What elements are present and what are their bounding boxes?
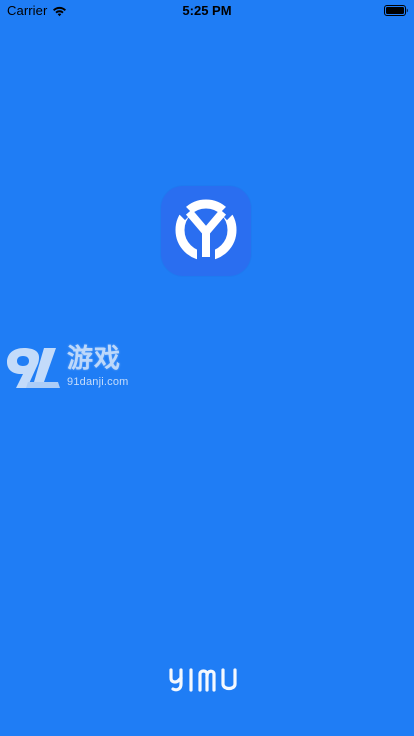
app-icon — [161, 186, 251, 276]
watermark-91-logo-icon — [7, 348, 60, 388]
watermark-domain: 91danji.com — [67, 376, 129, 388]
yimu-logo-icon — [175, 199, 237, 262]
battery-icon — [384, 5, 408, 16]
status-time: 5:25 PM — [182, 3, 232, 18]
watermark: 游戏 91danji.com — [4, 344, 136, 396]
yimu-brand-logo — [169, 668, 237, 692]
watermark-title: 游戏 — [67, 344, 122, 374]
status-bar: Carrier 5:25 PM — [0, 0, 414, 22]
